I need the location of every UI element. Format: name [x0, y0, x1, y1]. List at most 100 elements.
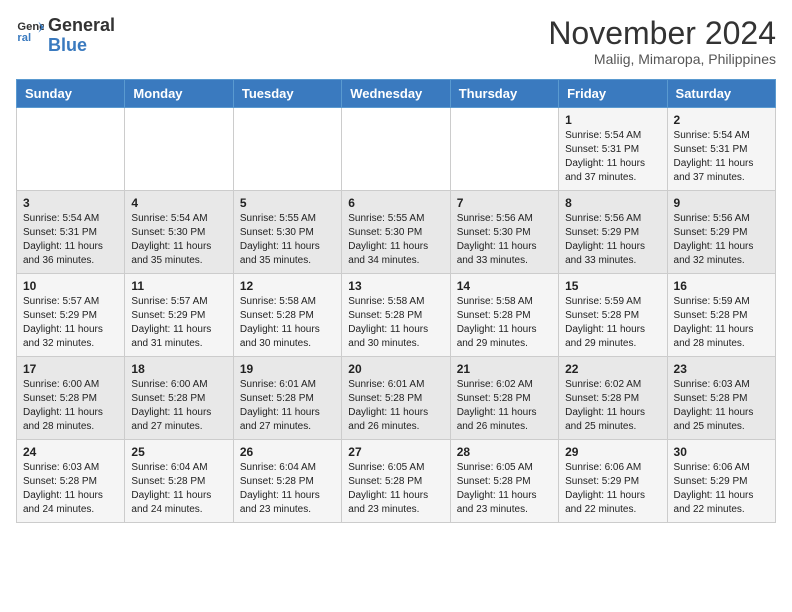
calendar-cell: 17Sunrise: 6:00 AM Sunset: 5:28 PM Dayli… — [17, 357, 125, 440]
day-info: Sunrise: 5:54 AM Sunset: 5:30 PM Dayligh… — [131, 212, 226, 268]
calendar-table: SundayMondayTuesdayWednesdayThursdayFrid… — [16, 79, 776, 523]
day-header-saturday: Saturday — [667, 80, 775, 108]
calendar-cell — [233, 108, 341, 191]
logo: Gene ral General Blue — [16, 16, 115, 56]
calendar-cell: 30 Sunrise: 6:06 AM Sunset: 5:29 PM Dayli… — [667, 440, 775, 523]
day-info: Sunrise: 5:56 AM Sunset: 5:29 PM Dayligh… — [565, 212, 660, 268]
calendar-cell: 26 Sunrise: 6:04 AM Sunset: 5:28 PM Dayli… — [233, 440, 341, 523]
calendar-cell: 12Sunrise: 5:58 AM Sunset: 5:28 PM Dayli… — [233, 274, 341, 357]
day-number: 4 — [131, 196, 226, 210]
day-info: Sunrise: 5:58 AM Sunset: 5:28 PM Dayligh… — [457, 295, 552, 351]
calendar-cell: 14 Sunrise: 5:58 AM Sunset: 5:28 PM Dayli… — [450, 274, 558, 357]
day-info: Sunrise: 5:55 AM Sunset: 5:30 PM Dayligh… — [348, 212, 443, 268]
day-info: Sunrise: 5:56 AM Sunset: 5:30 PM Dayligh… — [457, 212, 552, 268]
day-info: Sunrise: 6:02 AM Sunset: 5:28 PM Dayligh… — [457, 378, 552, 434]
day-info: Sunrise: 6:02 AM Sunset: 5:28 PM Dayligh… — [565, 378, 660, 434]
day-info: Sunrise: 6:03 AM Sunset: 5:28 PM Dayligh… — [674, 378, 769, 434]
day-info: Sunrise: 5:54 AM Sunset: 5:31 PM Dayligh… — [565, 129, 660, 185]
logo-general-text: General — [48, 16, 115, 36]
day-header-monday: Monday — [125, 80, 233, 108]
day-header-thursday: Thursday — [450, 80, 558, 108]
calendar-cell — [125, 108, 233, 191]
calendar-cell: 29 Sunrise: 6:06 AM Sunset: 5:29 PM Dayli… — [559, 440, 667, 523]
calendar-cell — [450, 108, 558, 191]
day-number: 14 — [457, 279, 552, 293]
month-year-title: November 2024 — [548, 16, 776, 51]
calendar-cell: 19Sunrise: 6:01 AM Sunset: 5:28 PM Dayli… — [233, 357, 341, 440]
day-number: 27 — [348, 445, 443, 459]
calendar-cell: 27 Sunrise: 6:05 AM Sunset: 5:28 PM Dayli… — [342, 440, 450, 523]
week-row-4: 17Sunrise: 6:00 AM Sunset: 5:28 PM Dayli… — [17, 357, 776, 440]
day-info: Sunrise: 6:04 AM Sunset: 5:28 PM Dayligh… — [131, 461, 226, 517]
calendar-cell: 3 Sunrise: 5:54 AM Sunset: 5:31 PM Daylig… — [17, 191, 125, 274]
calendar-cell: 15 Sunrise: 5:59 AM Sunset: 5:28 PM Dayli… — [559, 274, 667, 357]
calendar-cell: 9 Sunrise: 5:56 AM Sunset: 5:29 PM Daylig… — [667, 191, 775, 274]
day-number: 11 — [131, 279, 226, 293]
day-number: 30 — [674, 445, 769, 459]
calendar-cell: 18Sunrise: 6:00 AM Sunset: 5:28 PM Dayli… — [125, 357, 233, 440]
header-row: SundayMondayTuesdayWednesdayThursdayFrid… — [17, 80, 776, 108]
day-info: Sunrise: 6:06 AM Sunset: 5:29 PM Dayligh… — [674, 461, 769, 517]
day-number: 16 — [674, 279, 769, 293]
day-info: Sunrise: 5:55 AM Sunset: 5:30 PM Dayligh… — [240, 212, 335, 268]
calendar-cell: 1Sunrise: 5:54 AM Sunset: 5:31 PM Daylig… — [559, 108, 667, 191]
day-info: Sunrise: 6:00 AM Sunset: 5:28 PM Dayligh… — [23, 378, 118, 434]
svg-text:ral: ral — [17, 32, 31, 44]
day-number: 3 — [23, 196, 118, 210]
calendar-cell: 4 Sunrise: 5:54 AM Sunset: 5:30 PM Daylig… — [125, 191, 233, 274]
day-number: 26 — [240, 445, 335, 459]
week-row-3: 10Sunrise: 5:57 AM Sunset: 5:29 PM Dayli… — [17, 274, 776, 357]
day-info: Sunrise: 5:56 AM Sunset: 5:29 PM Dayligh… — [674, 212, 769, 268]
day-number: 12 — [240, 279, 335, 293]
week-row-5: 24 Sunrise: 6:03 AM Sunset: 5:28 PM Dayli… — [17, 440, 776, 523]
day-info: Sunrise: 5:57 AM Sunset: 5:29 PM Dayligh… — [23, 295, 118, 351]
day-number: 19 — [240, 362, 335, 376]
location-subtitle: Maliig, Mimaropa, Philippines — [548, 51, 776, 67]
day-header-wednesday: Wednesday — [342, 80, 450, 108]
calendar-cell: 11Sunrise: 5:57 AM Sunset: 5:29 PM Dayli… — [125, 274, 233, 357]
logo-icon: Gene ral — [16, 16, 44, 44]
day-header-friday: Friday — [559, 80, 667, 108]
day-number: 5 — [240, 196, 335, 210]
calendar-body: 1Sunrise: 5:54 AM Sunset: 5:31 PM Daylig… — [17, 108, 776, 523]
calendar-cell: 13 Sunrise: 5:58 AM Sunset: 5:28 PM Dayli… — [342, 274, 450, 357]
day-number: 25 — [131, 445, 226, 459]
day-number: 9 — [674, 196, 769, 210]
day-info: Sunrise: 5:54 AM Sunset: 5:31 PM Dayligh… — [23, 212, 118, 268]
day-info: Sunrise: 6:05 AM Sunset: 5:28 PM Dayligh… — [348, 461, 443, 517]
calendar-cell: 21Sunrise: 6:02 AM Sunset: 5:28 PM Dayli… — [450, 357, 558, 440]
day-number: 13 — [348, 279, 443, 293]
day-number: 24 — [23, 445, 118, 459]
day-info: Sunrise: 6:03 AM Sunset: 5:28 PM Dayligh… — [23, 461, 118, 517]
day-info: Sunrise: 5:58 AM Sunset: 5:28 PM Dayligh… — [348, 295, 443, 351]
week-row-2: 3 Sunrise: 5:54 AM Sunset: 5:31 PM Daylig… — [17, 191, 776, 274]
calendar-cell: 5 Sunrise: 5:55 AM Sunset: 5:30 PM Daylig… — [233, 191, 341, 274]
day-info: Sunrise: 5:54 AM Sunset: 5:31 PM Dayligh… — [674, 129, 769, 185]
calendar-cell: 6Sunrise: 5:55 AM Sunset: 5:30 PM Daylig… — [342, 191, 450, 274]
calendar-cell: 10Sunrise: 5:57 AM Sunset: 5:29 PM Dayli… — [17, 274, 125, 357]
day-header-sunday: Sunday — [17, 80, 125, 108]
day-info: Sunrise: 6:04 AM Sunset: 5:28 PM Dayligh… — [240, 461, 335, 517]
calendar-cell — [342, 108, 450, 191]
svg-text:Gene: Gene — [17, 21, 44, 33]
page-header: Gene ral General Blue November 2024 Mali… — [16, 16, 776, 67]
logo-blue-text: Blue — [48, 36, 115, 56]
week-row-1: 1Sunrise: 5:54 AM Sunset: 5:31 PM Daylig… — [17, 108, 776, 191]
day-info: Sunrise: 6:05 AM Sunset: 5:28 PM Dayligh… — [457, 461, 552, 517]
day-number: 28 — [457, 445, 552, 459]
title-area: November 2024 Maliig, Mimaropa, Philippi… — [548, 16, 776, 67]
day-info: Sunrise: 5:59 AM Sunset: 5:28 PM Dayligh… — [674, 295, 769, 351]
calendar-cell: 25 Sunrise: 6:04 AM Sunset: 5:28 PM Dayli… — [125, 440, 233, 523]
day-number: 7 — [457, 196, 552, 210]
calendar-cell: 7 Sunrise: 5:56 AM Sunset: 5:30 PM Daylig… — [450, 191, 558, 274]
day-info: Sunrise: 6:06 AM Sunset: 5:29 PM Dayligh… — [565, 461, 660, 517]
day-number: 18 — [131, 362, 226, 376]
calendar-cell: 22Sunrise: 6:02 AM Sunset: 5:28 PM Dayli… — [559, 357, 667, 440]
day-number: 29 — [565, 445, 660, 459]
calendar-cell — [17, 108, 125, 191]
calendar-cell: 23Sunrise: 6:03 AM Sunset: 5:28 PM Dayli… — [667, 357, 775, 440]
day-number: 8 — [565, 196, 660, 210]
calendar-cell: 16 Sunrise: 5:59 AM Sunset: 5:28 PM Dayli… — [667, 274, 775, 357]
day-info: Sunrise: 5:59 AM Sunset: 5:28 PM Dayligh… — [565, 295, 660, 351]
day-number: 15 — [565, 279, 660, 293]
